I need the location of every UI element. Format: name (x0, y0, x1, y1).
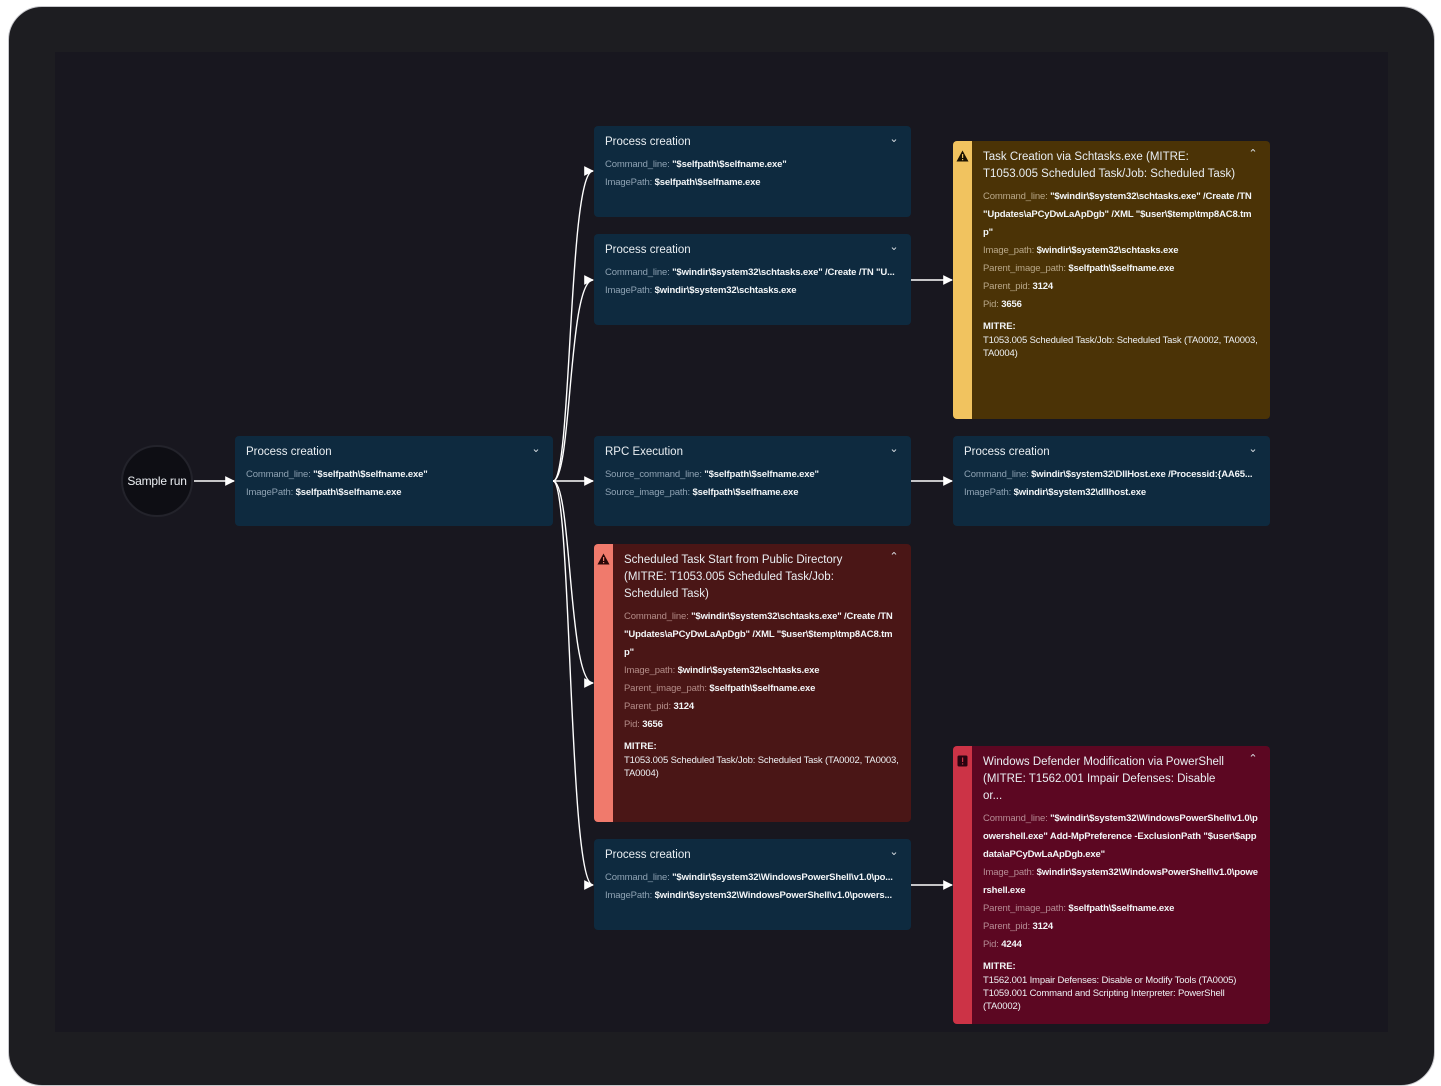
process-node-root[interactable]: Process creation ⌄ Command_line: "$selfp… (235, 436, 553, 526)
node-row-command-line: Command_line: "$windir\$system32\Windows… (983, 813, 1258, 860)
process-node-powershell[interactable]: Process creation ⌄ Command_line: "$windi… (594, 839, 911, 930)
mitre-technique: T1059.001 Command and Scripting Interpre… (983, 988, 1225, 1012)
severity-bar-warning (953, 141, 972, 419)
node-row-parent-image-path: Parent_image_path: $selfpath\$selfname.e… (624, 683, 816, 694)
node-row-command-line: Command_line: "$selfpath\$selfname.exe" (246, 469, 428, 480)
node-row-source-command-line: Source_command_line: "$selfpath\$selfnam… (605, 469, 819, 480)
node-title: Process creation (964, 446, 1050, 458)
mitre-technique: T1562.001 Impair Defenses: Disable or Mo… (983, 975, 1237, 986)
process-node-self[interactable]: Process creation ⌄ Command_line: "$selfp… (594, 126, 911, 217)
node-row-parent-image-path: Parent_image_path: $selfpath\$selfname.e… (983, 903, 1175, 914)
mitre-technique: T1053.005 Scheduled Task/Job: Scheduled … (624, 755, 899, 779)
node-row-pid: Pid: 4244 (983, 939, 1022, 950)
rpc-execution-node[interactable]: RPC Execution ⌄ Source_command_line: "$s… (594, 436, 911, 526)
node-row-image-path: ImagePath: $windir\$system32\WindowsPowe… (605, 890, 892, 901)
chevron-up-icon[interactable]: ⌃ (1246, 752, 1260, 765)
node-row-parent-pid: Parent_pid: 3124 (983, 281, 1053, 292)
chevron-down-icon[interactable]: ⌄ (887, 132, 901, 145)
node-row-command-line: Command_line: $windir\$system32\DllHost.… (964, 469, 1253, 480)
alert-node-scheduled-task-start[interactable]: Scheduled Task Start from Public Directo… (594, 544, 911, 822)
severity-bar-critical (953, 746, 972, 1024)
chevron-down-icon[interactable]: ⌄ (887, 845, 901, 858)
node-row-image-path: ImagePath: $windir\$system32\schtasks.ex… (605, 285, 797, 296)
process-node-dllhost[interactable]: Process creation ⌄ Command_line: $windir… (953, 436, 1270, 526)
node-row-command-line: Command_line: "$windir\$system32\schtask… (624, 611, 893, 658)
chevron-down-icon[interactable]: ⌄ (1246, 442, 1260, 455)
node-row-image-path: ImagePath: $selfpath\$selfname.exe (246, 487, 402, 498)
chevron-up-icon[interactable]: ⌃ (1246, 147, 1260, 160)
node-row-image-path: Image_path: $windir\$system32\WindowsPow… (983, 867, 1258, 896)
node-row-image-path: Image_path: $windir\$system32\schtasks.e… (624, 665, 820, 676)
sample-run-node[interactable]: Sample run (121, 445, 193, 517)
mitre-heading: MITRE: (983, 321, 1016, 332)
alert-node-defender-modification[interactable]: Windows Defender Modification via PowerS… (953, 746, 1270, 1024)
node-row-image-path: Image_path: $windir\$system32\schtasks.e… (983, 245, 1179, 256)
node-title: RPC Execution (605, 446, 683, 458)
chevron-down-icon[interactable]: ⌄ (887, 442, 901, 455)
warning-icon (956, 150, 969, 162)
node-row-pid: Pid: 3656 (624, 719, 663, 730)
node-title: Process creation (605, 136, 691, 148)
node-row-pid: Pid: 3656 (983, 299, 1022, 310)
alert-title: Task Creation via Schtasks.exe (MITRE: T… (983, 151, 1236, 180)
node-row-command-line: Command_line: "$windir\$system32\schtask… (983, 191, 1252, 238)
node-title: Process creation (605, 849, 691, 861)
chevron-down-icon[interactable]: ⌄ (887, 240, 901, 253)
node-row-parent-pid: Parent_pid: 3124 (624, 701, 694, 712)
node-row-source-image-path: Source_image_path: $selfpath\$selfname.e… (605, 487, 799, 498)
node-row-command-line: Command_line: "$windir\$system32\Windows… (605, 872, 893, 883)
mitre-technique: T1053.005 Scheduled Task/Job: Scheduled … (983, 335, 1258, 359)
node-row-parent-image-path: Parent_image_path: $selfpath\$selfname.e… (983, 263, 1175, 274)
process-node-schtasks[interactable]: Process creation ⌄ Command_line: "$windi… (594, 234, 911, 325)
node-row-command-line: Command_line: "$selfpath\$selfname.exe" (605, 159, 787, 170)
node-title: Process creation (605, 244, 691, 256)
chevron-down-icon[interactable]: ⌄ (529, 442, 543, 455)
critical-icon (957, 755, 968, 767)
node-title: Process creation (246, 446, 332, 458)
chevron-up-icon[interactable]: ⌃ (887, 550, 901, 563)
alert-title: Scheduled Task Start from Public Directo… (624, 554, 843, 600)
node-row-command-line: Command_line: "$windir\$system32\schtask… (605, 267, 895, 278)
warning-icon (597, 553, 610, 565)
severity-bar-high (594, 544, 613, 822)
alert-title: Windows Defender Modification via PowerS… (983, 756, 1224, 802)
node-row-image-path: ImagePath: $windir\$system32\dllhost.exe (964, 487, 1146, 498)
alert-node-task-creation[interactable]: Task Creation via Schtasks.exe (MITRE: T… (953, 141, 1270, 419)
mitre-heading: MITRE: (983, 961, 1016, 972)
mitre-heading: MITRE: (624, 741, 657, 752)
node-row-image-path: ImagePath: $selfpath\$selfname.exe (605, 177, 761, 188)
node-row-parent-pid: Parent_pid: 3124 (983, 921, 1053, 932)
